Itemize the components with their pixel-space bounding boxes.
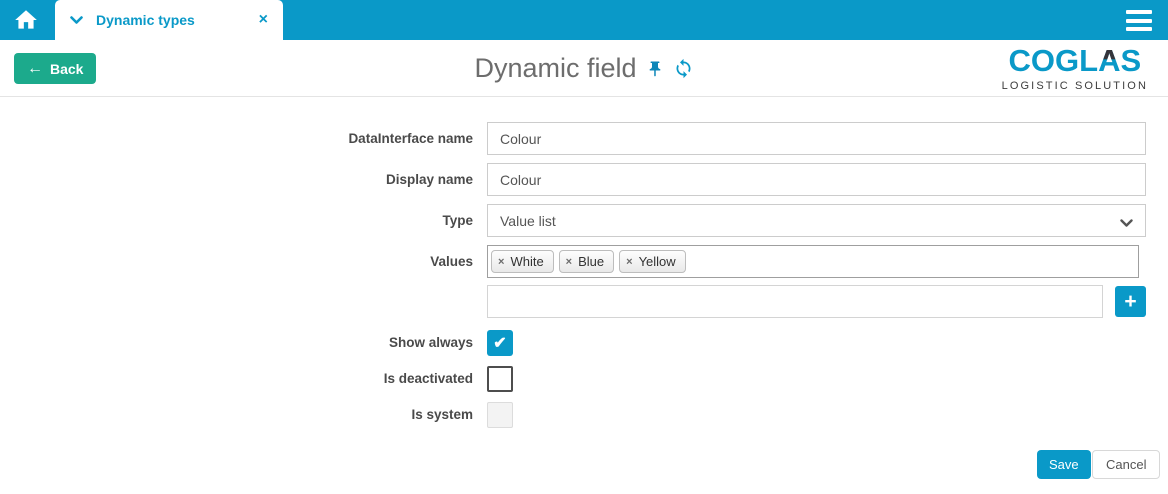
values-tag-input[interactable]: × White × Blue × Yellow [487, 245, 1139, 278]
coglas-logo: COGLAS LOGISTIC SOLUTION [1001, 44, 1148, 92]
menu-icon[interactable] [1126, 10, 1152, 31]
show-always-label: Show always [388, 335, 473, 350]
is-system-label: Is system [411, 407, 473, 422]
app-window: Dynamic types × ← Back Dynamic field COG… [0, 0, 1168, 494]
add-value-button[interactable]: + [1115, 286, 1146, 317]
tag-remove-icon[interactable]: × [566, 256, 572, 268]
home-button[interactable] [0, 0, 52, 40]
is-deactivated-label: Is deactivated [383, 371, 473, 386]
tag-remove-icon[interactable]: × [498, 256, 504, 268]
tag-white: × White [491, 250, 554, 273]
type-label: Type [442, 213, 473, 228]
tab-dynamic-types[interactable]: Dynamic types × [55, 0, 283, 40]
display-name-label: Display name [385, 172, 473, 187]
refresh-icon[interactable] [673, 58, 694, 79]
title-area: Dynamic field [0, 40, 1168, 97]
back-button[interactable]: ← Back [14, 53, 97, 84]
select-chevron-icon [1120, 215, 1133, 231]
tab-label: Dynamic types [96, 12, 195, 28]
new-value-input[interactable] [487, 285, 1103, 318]
menu-bar [1126, 18, 1152, 23]
checkmark-icon [493, 333, 506, 353]
is-system-checkbox [487, 402, 513, 428]
chevron-down-icon[interactable] [70, 15, 83, 25]
logo-wordmark: COGLAS [1002, 44, 1148, 78]
menu-bar [1126, 27, 1152, 31]
back-arrow-icon: ← [27, 59, 43, 77]
tag-label: Blue [578, 254, 605, 269]
page-header: ← Back Dynamic field COGLAS LOGISTIC SOL… [0, 40, 1168, 97]
show-always-checkbox[interactable] [487, 330, 513, 356]
datainterface-name-label: DataInterface name [348, 131, 473, 146]
tag-label: White [510, 254, 544, 269]
home-icon [13, 7, 39, 33]
values-label: Values [430, 254, 473, 269]
top-bar: Dynamic types × [0, 0, 1168, 40]
is-deactivated-checkbox[interactable] [487, 366, 513, 392]
type-select[interactable]: Value list [487, 204, 1146, 237]
type-select-value: Value list [500, 212, 556, 229]
tag-yellow: × Yellow [619, 250, 686, 273]
pin-icon[interactable] [646, 60, 664, 78]
save-button[interactable]: Save [1037, 450, 1091, 479]
logo-letter-a: A [1098, 44, 1120, 78]
logo-subtitle: LOGISTIC SOLUTION [1001, 79, 1148, 92]
display-name-input[interactable] [487, 163, 1146, 196]
tag-label: Yellow [638, 254, 676, 269]
page-title: Dynamic field [474, 53, 637, 83]
datainterface-name-input[interactable] [487, 122, 1146, 155]
back-button-label: Back [50, 60, 84, 77]
tab-close-icon[interactable]: × [259, 12, 268, 28]
tag-remove-icon[interactable]: × [626, 256, 632, 268]
menu-bar [1126, 10, 1152, 14]
tag-blue: × Blue [558, 250, 615, 273]
cancel-button[interactable]: Cancel [1092, 450, 1161, 479]
